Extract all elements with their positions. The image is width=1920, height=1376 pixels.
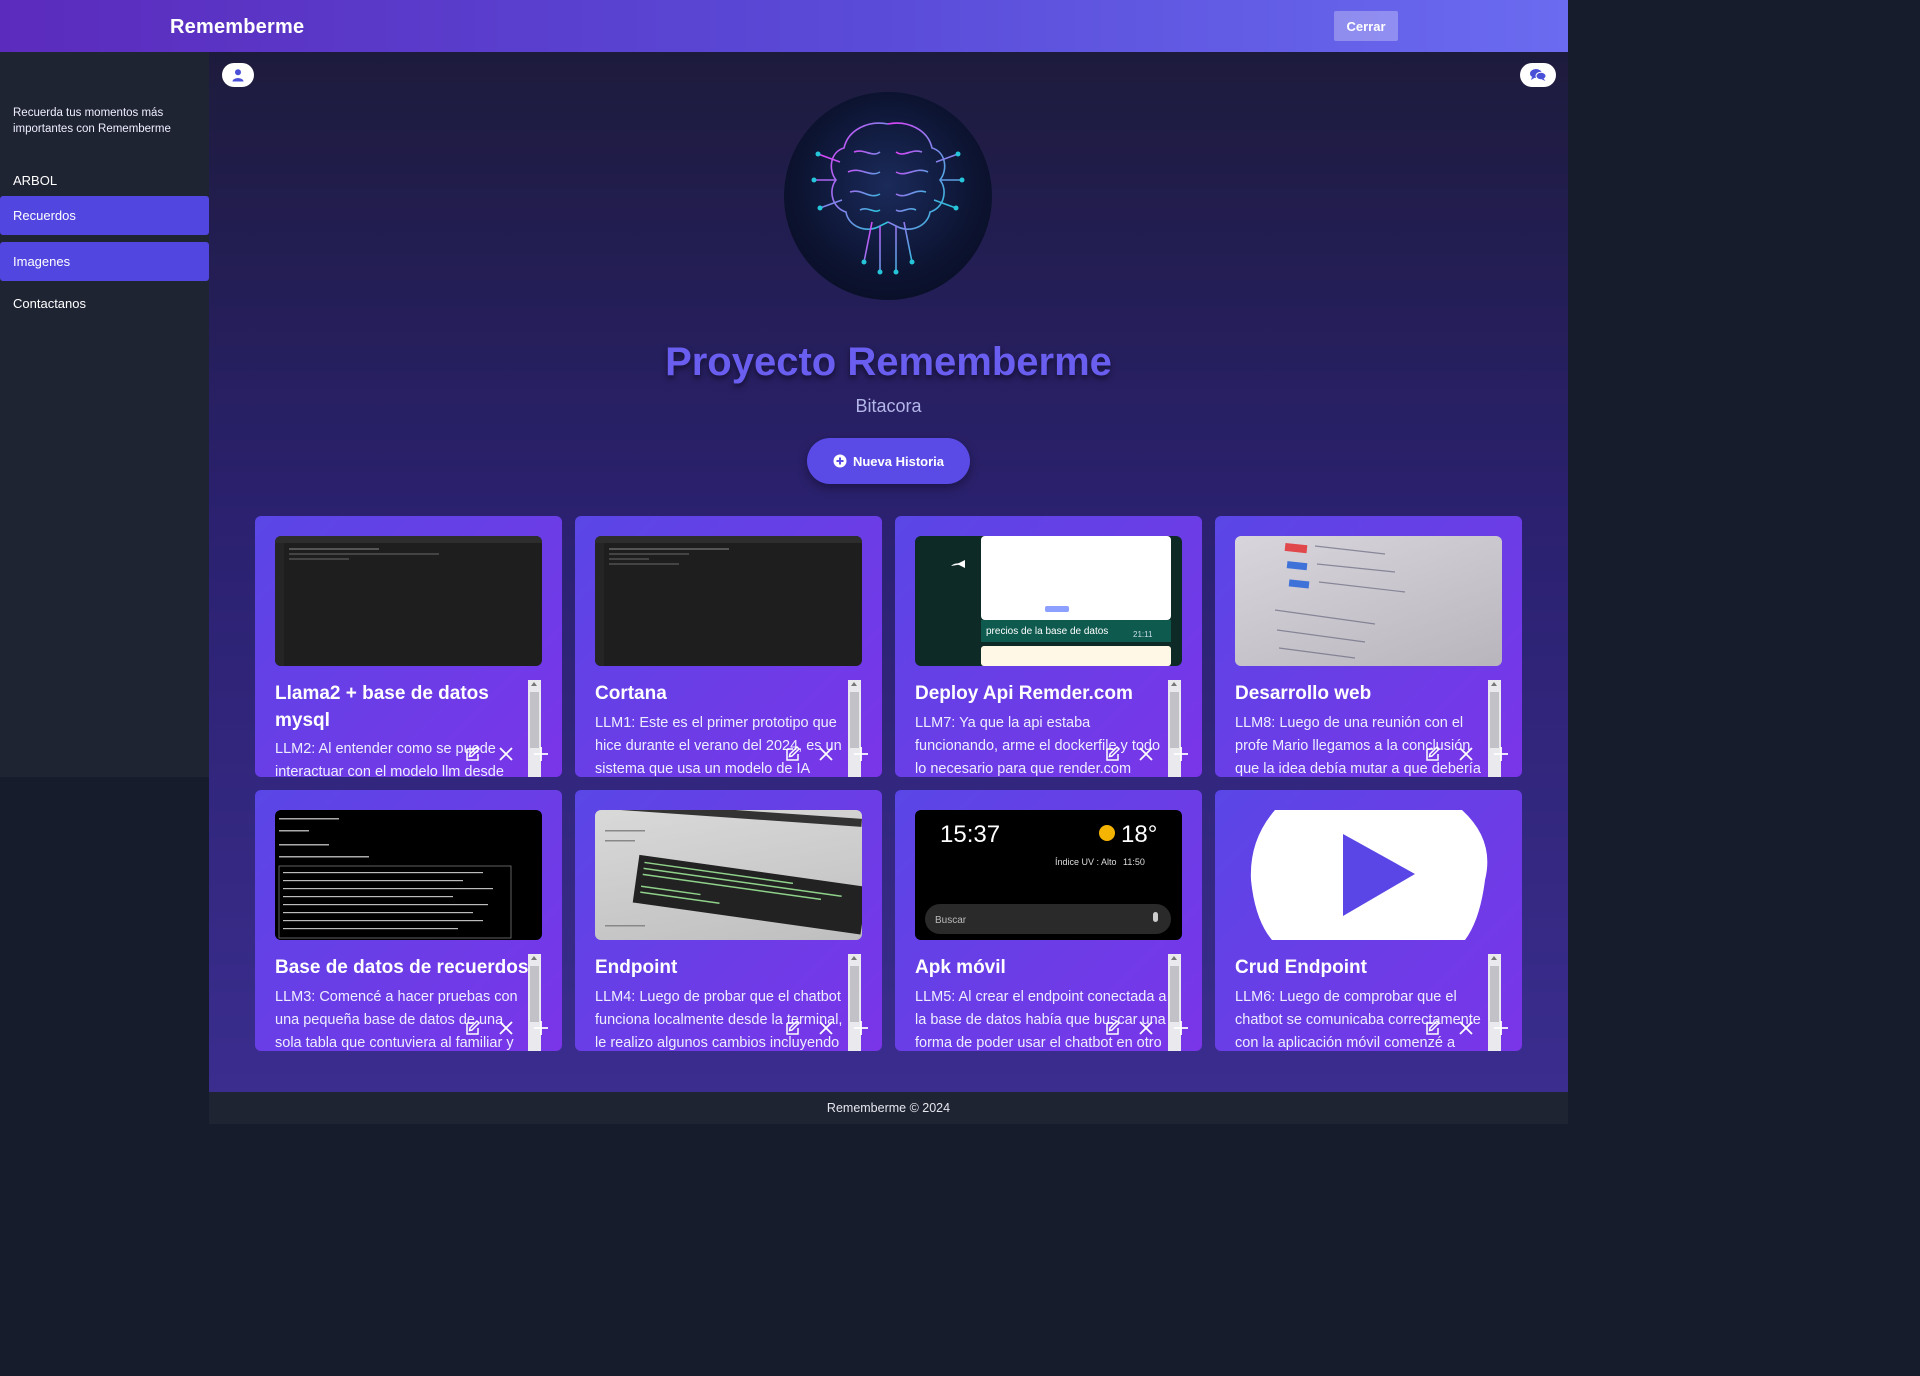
card-image[interactable] — [275, 536, 542, 666]
card-text: LLM7: Ya que la api estaba funcionando, … — [915, 715, 1161, 777]
sidebar-item-label: Imagenes — [13, 254, 71, 269]
add-icon[interactable] — [532, 745, 550, 763]
card-text: LLM1: Este es el primer prototipo que hi… — [595, 715, 842, 777]
sidebar: Recuerda tus momentos más importantes co… — [0, 52, 209, 777]
brain-logo-image — [784, 92, 992, 300]
phone-screenshot-image: 15:37 18° Índice UV : Alto 11:50 Buscar — [925, 821, 1171, 934]
card-image[interactable] — [595, 810, 862, 940]
delete-icon[interactable] — [1137, 1019, 1155, 1037]
sidebar-heading: ARBOL — [13, 173, 58, 188]
profile-button[interactable] — [222, 63, 254, 87]
add-icon[interactable] — [852, 1019, 870, 1037]
card-text: LLM2: Al entender como se puede interact… — [275, 741, 504, 777]
logout-button[interactable]: Cerrar — [1334, 11, 1398, 41]
chat-caption: precios de la base de datos — [986, 626, 1108, 637]
phone-search-placeholder: Buscar — [935, 915, 967, 926]
card-image[interactable]: precios de la base de datos 21:11 — [915, 536, 1182, 666]
brain-icon — [811, 122, 965, 275]
new-story-label: Nueva Historia — [852, 453, 945, 469]
card-title: Apk móvil — [915, 957, 1006, 978]
brand-logo[interactable]: Rememberme — [170, 16, 304, 39]
delete-icon[interactable] — [1457, 745, 1475, 763]
card-title: Cortana — [595, 683, 667, 704]
edit-icon[interactable] — [784, 745, 802, 763]
card-text: LLM5: Al crear el endpoint conectada a l… — [915, 989, 1167, 1051]
delete-icon[interactable] — [497, 745, 515, 763]
comments-icon — [1530, 69, 1547, 81]
chat-time: 21:11 — [1133, 630, 1153, 639]
memory-card[interactable]: Endpoint LLM4: Luego de probar que el ch… — [575, 790, 882, 1051]
delete-icon[interactable] — [1457, 1019, 1475, 1037]
memory-card[interactable]: 15:37 18° Índice UV : Alto 11:50 Buscar … — [895, 790, 1202, 1051]
delete-icon[interactable] — [817, 1019, 835, 1037]
memory-card[interactable]: Desarrollo web LLM8: Luego de una reunió… — [1215, 516, 1522, 777]
edit-icon[interactable] — [1424, 1019, 1442, 1037]
edit-icon[interactable] — [464, 1019, 482, 1037]
chat-screenshot-image: precios de la base de datos 21:11 — [951, 536, 1171, 666]
sidebar-item-imagenes[interactable]: Imagenes — [0, 242, 209, 281]
edit-icon[interactable] — [1104, 1019, 1122, 1037]
edit-icon[interactable] — [1424, 745, 1442, 763]
add-icon[interactable] — [532, 1019, 550, 1037]
delete-icon[interactable] — [1137, 745, 1155, 763]
phone-uv-time: 11:50 — [1123, 857, 1145, 867]
card-text: LLM3: Comencé a hacer pruebas con una pe… — [275, 989, 518, 1051]
add-icon[interactable] — [1172, 745, 1190, 763]
card-title: Llama2 + base de datos mysql — [275, 683, 489, 731]
card-text: LLM4: Luego de probar que el chatbot fun… — [595, 989, 843, 1051]
add-icon[interactable] — [1172, 1019, 1190, 1037]
card-title: Desarrollo web — [1235, 683, 1372, 704]
play-icon — [1250, 810, 1488, 940]
main-content: Proyecto Rememberme Bitacora Nueva Histo… — [209, 52, 1568, 1092]
delete-icon[interactable] — [497, 1019, 515, 1037]
page-title: Proyecto Rememberme — [665, 340, 1112, 384]
memory-card[interactable]: Llama2 + base de datos mysql LLM2: Al en… — [255, 516, 562, 777]
terminal-screenshot-image — [595, 536, 862, 666]
card-title: Crud Endpoint — [1235, 957, 1367, 978]
card-image[interactable] — [595, 536, 862, 666]
memory-card[interactable]: precios de la base de datos 21:11 Deploy… — [895, 516, 1202, 777]
edit-icon[interactable] — [784, 1019, 802, 1037]
plus-circle-icon — [833, 454, 847, 468]
card-image[interactable] — [1235, 536, 1502, 666]
chat-button[interactable] — [1520, 63, 1556, 87]
card-text: LLM8: Luego de una reunión con el profe … — [1235, 715, 1481, 777]
phone-clock: 15:37 — [940, 821, 1000, 848]
sidebar-tagline: Recuerda tus momentos más importantes co… — [13, 107, 171, 135]
edit-icon[interactable] — [464, 745, 482, 763]
terminal-screenshot-image — [275, 536, 542, 666]
card-image[interactable] — [1235, 810, 1502, 940]
card-title: Endpoint — [595, 957, 678, 978]
mysql-terminal-image — [278, 818, 512, 939]
sidebar-item-contactanos[interactable]: Contactanos — [0, 284, 209, 323]
phone-uv-index: Índice UV : Alto — [1055, 857, 1117, 867]
add-icon[interactable] — [1492, 1019, 1510, 1037]
user-icon — [232, 69, 244, 82]
card-image[interactable]: 15:37 18° Índice UV : Alto 11:50 Buscar — [915, 810, 1182, 940]
sidebar-empty-area — [0, 777, 209, 1124]
whiteboard-photo-image — [1274, 542, 1406, 659]
page-subtitle: Bitacora — [855, 396, 922, 416]
sidebar-item-label: Recuerdos — [13, 208, 76, 223]
card-title: Deploy Api Remder.com — [915, 683, 1133, 704]
add-icon[interactable] — [1492, 745, 1510, 763]
footer: Rememberme © 2024 — [209, 1092, 1568, 1124]
card-text: LLM6: Luego de comprobar que el chatbot … — [1235, 989, 1481, 1051]
new-story-button[interactable]: Nueva Historia — [807, 438, 970, 484]
top-navbar: Rememberme Cerrar — [0, 0, 1568, 52]
card-image[interactable] — [275, 810, 542, 940]
sidebar-item-recuerdos[interactable]: Recuerdos — [0, 196, 209, 235]
memory-card[interactable]: Cortana LLM1: Este es el primer prototip… — [575, 516, 882, 777]
phone-temperature: 18° — [1121, 821, 1157, 848]
delete-icon[interactable] — [817, 745, 835, 763]
card-title: Base de datos de recuerdos — [275, 957, 529, 978]
memory-card[interactable]: Base de datos de recuerdos LLM3: Comencé… — [255, 790, 562, 1051]
memory-card[interactable]: Crud Endpoint LLM6: Luego de comprobar q… — [1215, 790, 1522, 1051]
sidebar-item-label: Contactanos — [13, 296, 86, 311]
monitor-photo-image — [605, 810, 862, 935]
add-icon[interactable] — [852, 745, 870, 763]
edit-icon[interactable] — [1104, 745, 1122, 763]
